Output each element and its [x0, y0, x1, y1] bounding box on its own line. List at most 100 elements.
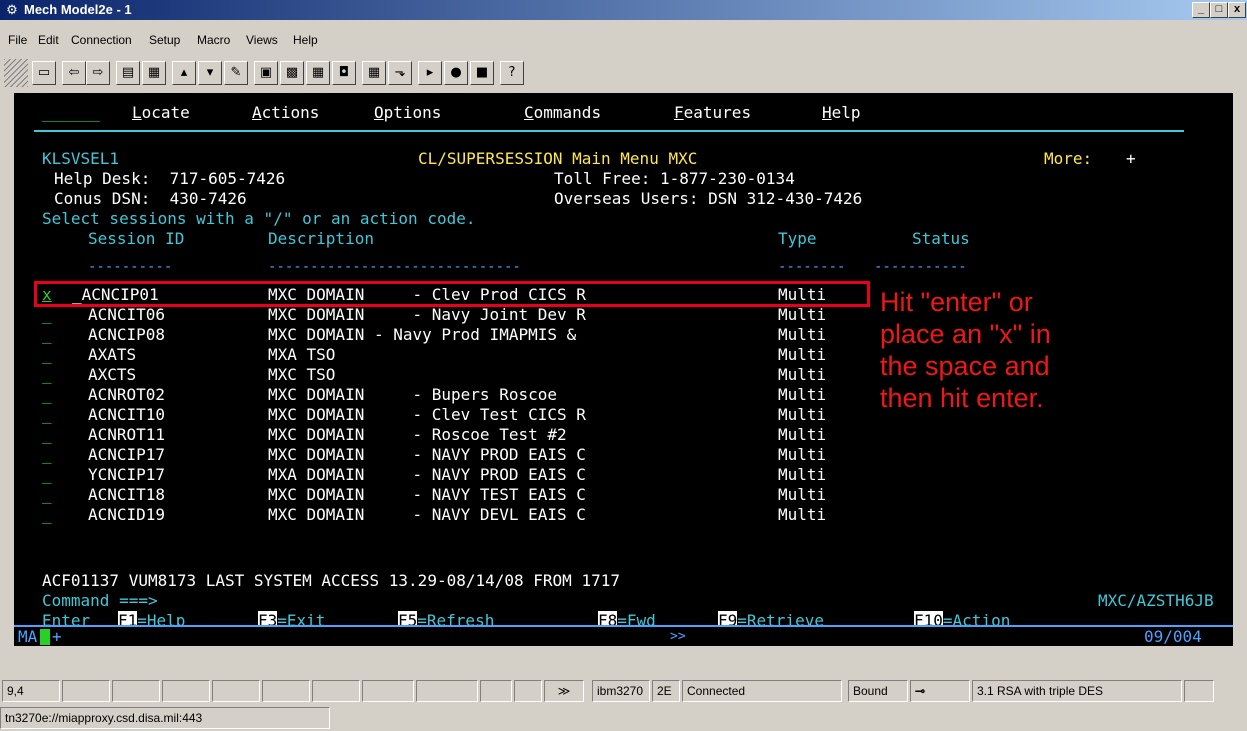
forward-icon[interactable]: ⇨	[86, 61, 110, 85]
dash-description: ------------------------------	[268, 259, 521, 275]
session-select-field[interactable]: _	[42, 445, 52, 465]
session-select-field[interactable]: _	[42, 485, 52, 505]
session-description: MXC DOMAIN - NAVY DEVL EAIS C	[268, 505, 586, 524]
session-id: ACNCIT10	[88, 405, 166, 424]
session-description: MXC DOMAIN - NAVY PROD EAIS C	[268, 445, 586, 464]
forward-arrows[interactable]: ≫	[544, 680, 584, 702]
highlight-box	[34, 281, 870, 307]
session-select-field[interactable]: _	[42, 365, 52, 385]
session-select-field[interactable]: _	[42, 305, 52, 325]
record-icon[interactable]: ●	[444, 61, 468, 85]
keypad-icon[interactable]: ▩	[280, 61, 304, 85]
receive-icon[interactable]: ▾	[198, 61, 222, 85]
menu-help[interactable]: Help	[293, 33, 318, 47]
back-icon[interactable]: ⇦	[62, 61, 86, 85]
chart-icon[interactable]: ⬎	[388, 61, 412, 85]
session-id: ACNCIT06	[88, 305, 166, 324]
oia-mode: MA	[18, 627, 38, 646]
toolbar: ▭ ⇦ ⇨ ▤ ▦ ▴ ▾ ✎ ▣ ▩ ▦ ◘ ▦ ⬎ ▸ ● ■ ?	[0, 55, 1247, 91]
menu-file[interactable]: File	[8, 33, 27, 47]
menu-setup[interactable]: Setup	[149, 33, 180, 47]
menu-connection[interactable]: Connection	[71, 33, 132, 47]
terminal-screen[interactable]: ______ Locate Actions Options Commands F…	[14, 93, 1233, 646]
action-actions[interactable]: Actions	[252, 103, 319, 123]
session-select-field[interactable]: _	[42, 505, 52, 525]
transfer-icon[interactable]: ✎	[224, 61, 248, 85]
userid: MXC/AZSTH6JB	[1098, 591, 1214, 610]
status-bar: 9,4 ≫ ibm3270 2E Connected Bound ⊸ 3.1 R…	[0, 680, 1247, 704]
minimize-button[interactable]: _	[1192, 2, 1210, 18]
help-desk: Help Desk: 717-605-7426	[54, 169, 286, 188]
session-description: MXA DOMAIN - NAVY PROD EAIS C	[268, 465, 586, 484]
grid-icon[interactable]: ▦	[362, 61, 386, 85]
session-select-field[interactable]: _	[42, 385, 52, 405]
status-pane-8	[416, 680, 478, 702]
window-icon[interactable]: ▭	[32, 61, 56, 85]
status-pane-4	[212, 680, 260, 702]
command-input[interactable]	[174, 591, 994, 609]
session-select-field[interactable]: _	[42, 405, 52, 425]
cursor-block	[40, 629, 50, 645]
help-icon[interactable]: ?	[500, 61, 524, 85]
menu-views[interactable]: Views	[246, 33, 278, 47]
play-icon[interactable]: ▸	[418, 61, 442, 85]
key-icon: ⊸	[910, 680, 970, 702]
col-type: Type	[778, 229, 817, 248]
session-id: AXCTS	[88, 365, 137, 384]
status-pane-5	[262, 680, 310, 702]
print-icon[interactable]: ▦	[142, 61, 166, 85]
app-icon[interactable]: ⚙	[4, 2, 20, 18]
dash-status: -----------	[874, 259, 967, 275]
screen-title: CL/SUPERSESSION Main Menu MXC	[418, 149, 698, 168]
session-select-field[interactable]: _	[42, 325, 52, 345]
session-type: Multi	[778, 325, 827, 344]
session-select-field[interactable]: _	[42, 465, 52, 485]
action-options[interactable]: Options	[374, 103, 441, 123]
mouse-icon[interactable]: ◘	[332, 61, 356, 85]
save-icon[interactable]: ▤	[116, 61, 140, 85]
session-select-field[interactable]: _	[42, 425, 52, 445]
terminal-model: 2E	[652, 680, 680, 702]
session-id: ACNCID19	[88, 505, 166, 524]
status-pane-7	[362, 680, 414, 702]
menu-edit[interactable]: Edit	[38, 33, 59, 47]
session-type: Multi	[778, 305, 827, 324]
status-pane-6	[312, 680, 360, 702]
send-icon[interactable]: ▴	[172, 61, 196, 85]
session-description: MXC TSO	[268, 365, 336, 384]
toll-free: Toll Free: 1-877-230-0134	[554, 169, 795, 188]
conus-dsn: Conus DSN: 430-7426	[54, 189, 247, 208]
status-pane-9	[480, 680, 512, 702]
stop-icon[interactable]: ■	[470, 61, 494, 85]
more-label: More:	[1044, 149, 1093, 168]
overseas-dsn: Overseas Users: DSN 312-430-7426	[554, 189, 863, 208]
encryption-status: 3.1 RSA with triple DES	[972, 680, 1182, 702]
status-pane-3	[162, 680, 210, 702]
maximize-button[interactable]: □	[1210, 2, 1228, 18]
status-pane-2	[112, 680, 160, 702]
session-type: Multi	[778, 505, 827, 524]
session-id: AXATS	[88, 345, 137, 364]
action-bar-field[interactable]: ______	[42, 103, 100, 123]
close-button[interactable]: x	[1228, 2, 1246, 18]
toolbar-grip[interactable]	[4, 59, 28, 87]
action-commands[interactable]: Commands	[524, 103, 601, 123]
instruction-annotation: Hit "enter" or place an "x" in the space…	[880, 287, 1051, 413]
col-session-id: Session ID	[88, 229, 185, 248]
action-bar-divider	[34, 130, 1184, 132]
connection-url: tn3270e://miapproxy.csd.disa.mil:443	[0, 707, 330, 729]
screen-id: KLSVSEL1	[42, 149, 120, 168]
menu-macro[interactable]: Macro	[197, 33, 230, 47]
session-select-field[interactable]: _	[42, 345, 52, 365]
calc-icon[interactable]: ▦	[306, 61, 330, 85]
session-description: MXC DOMAIN - NAVY TEST EAIS C	[268, 485, 586, 504]
screen-icon[interactable]: ▣	[254, 61, 278, 85]
cursor-pos: 9,4	[2, 680, 60, 702]
action-features[interactable]: Features	[674, 103, 751, 123]
action-locate[interactable]: Locate	[132, 103, 190, 123]
session-type: Multi	[778, 405, 827, 424]
title-bar: ⚙ Mech Model2e - 1 _ □ x	[0, 0, 1247, 20]
session-description: MXC DOMAIN - Clev Test CICS R	[268, 405, 586, 424]
action-help[interactable]: Help	[822, 103, 861, 123]
session-type: Multi	[778, 465, 827, 484]
